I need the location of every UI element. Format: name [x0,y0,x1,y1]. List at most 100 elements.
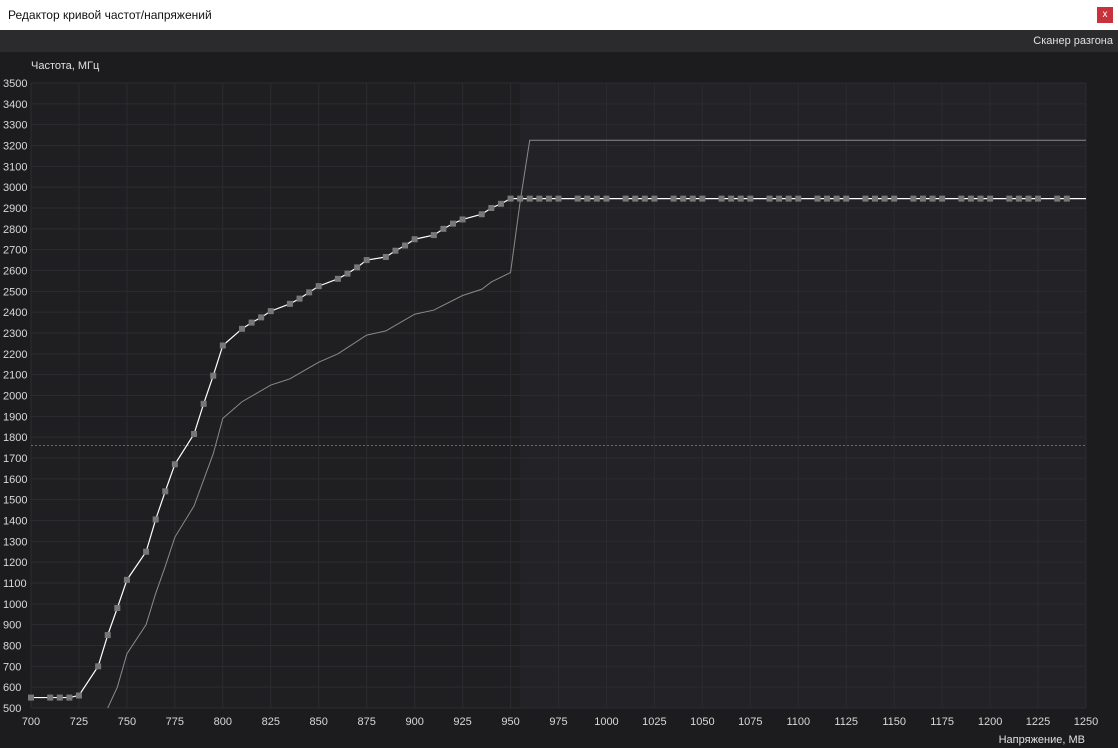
curve-point[interactable] [977,195,984,202]
x-tick-label: 1200 [978,716,1002,728]
curve-point[interactable] [75,692,82,699]
curve-point[interactable] [641,195,648,202]
close-button[interactable]: x [1097,7,1113,23]
curve-point[interactable] [497,200,504,207]
curve-point[interactable] [1015,195,1022,202]
curve-point[interactable] [219,342,226,349]
curve-point[interactable] [286,300,293,307]
x-tick-label: 850 [310,716,328,728]
curve-point[interactable] [56,694,63,701]
curve-point[interactable] [402,242,409,249]
curve-point[interactable] [651,195,658,202]
curve-point[interactable] [776,195,783,202]
y-tick-label: 2400 [3,307,27,319]
curve-point[interactable] [680,195,687,202]
y-tick-label: 1500 [3,495,27,507]
curve-point[interactable] [1025,195,1032,202]
y-tick-label: 3000 [3,182,27,194]
curve-point[interactable] [670,195,677,202]
curve-point[interactable] [910,195,917,202]
curve-point[interactable] [450,220,456,227]
curve-point[interactable] [545,195,552,202]
curve-point[interactable] [833,195,840,202]
curve-point[interactable] [967,195,974,202]
curve-point[interactable] [363,257,370,264]
curve-point[interactable] [47,694,54,701]
x-tick-label: 800 [214,716,232,728]
curve-point[interactable] [28,694,34,701]
curve-point[interactable] [939,195,946,202]
curve-point[interactable] [574,195,581,202]
curve-point[interactable] [354,264,361,271]
curve-point[interactable] [1035,195,1042,202]
curve-point[interactable] [718,195,725,202]
curve-point[interactable] [507,195,514,202]
curve-point[interactable] [95,663,102,670]
curve-point[interactable] [239,325,245,332]
curve-point[interactable] [699,195,706,202]
chart-area[interactable]: 500 600 700 800 900 1000 1100 1200 1300 1400 1500 1… [0,52,1118,748]
curve-point[interactable] [987,195,994,202]
curve-point[interactable] [334,275,341,282]
curve-point[interactable] [143,548,150,555]
curve-point[interactable] [200,400,207,407]
y-tick-label: 1700 [3,453,27,465]
curve-point[interactable] [593,195,600,202]
curve-point[interactable] [891,195,898,202]
curve-point[interactable] [919,195,926,202]
curve-point[interactable] [843,195,850,202]
curve-point[interactable] [392,247,399,254]
curve-point[interactable] [1063,195,1070,202]
curve-point[interactable] [382,253,389,260]
curve-point[interactable] [603,195,610,202]
curve-point[interactable] [814,195,821,202]
curve-point[interactable] [114,605,121,611]
curve-point[interactable] [728,195,735,202]
curve-point[interactable] [872,195,878,202]
curve-point[interactable] [344,270,351,277]
curve-point[interactable] [785,195,792,202]
curve-point[interactable] [881,195,888,202]
curve-point[interactable] [123,576,130,583]
curve-point[interactable] [862,195,869,202]
curve-point[interactable] [411,236,418,243]
curve-point[interactable] [737,195,744,202]
curve-point[interactable] [488,205,495,211]
curve-point[interactable] [248,319,255,326]
curve-point[interactable] [296,295,303,302]
curve-point[interactable] [210,372,217,379]
curve-point[interactable] [689,195,696,202]
curve-point[interactable] [766,195,773,202]
curve-point[interactable] [258,314,265,321]
curve-point[interactable] [152,516,159,523]
vf-curve-chart[interactable]: 500 600 700 800 900 1000 1100 1200 1300 1400 1500 1… [0,52,1118,748]
curve-point[interactable] [162,488,169,495]
curve-point[interactable] [795,195,802,202]
curve-point[interactable] [555,195,562,202]
curve-point[interactable] [267,308,274,315]
curve-point[interactable] [632,195,639,202]
oc-scanner-button[interactable]: Сканер разгона [1033,35,1113,47]
curve-point[interactable] [104,632,111,639]
curve-point[interactable] [171,461,178,468]
x-tick-label: 925 [453,716,471,728]
curve-point[interactable] [517,195,524,202]
curve-point[interactable] [1006,195,1013,202]
curve-point[interactable] [66,694,73,701]
curve-point[interactable] [622,195,629,202]
curve-point[interactable] [929,195,936,202]
curve-point[interactable] [584,195,591,202]
curve-point[interactable] [747,195,754,202]
curve-point[interactable] [440,225,447,232]
curve-point[interactable] [536,195,543,202]
curve-point[interactable] [1054,195,1061,202]
curve-point[interactable] [958,195,965,202]
curve-point[interactable] [459,216,466,223]
curve-point[interactable] [478,211,485,218]
curve-point[interactable] [824,195,831,202]
curve-point[interactable] [430,232,437,239]
curve-point[interactable] [306,289,313,296]
curve-point[interactable] [526,195,533,202]
curve-point[interactable] [315,283,322,290]
curve-point[interactable] [191,431,198,438]
